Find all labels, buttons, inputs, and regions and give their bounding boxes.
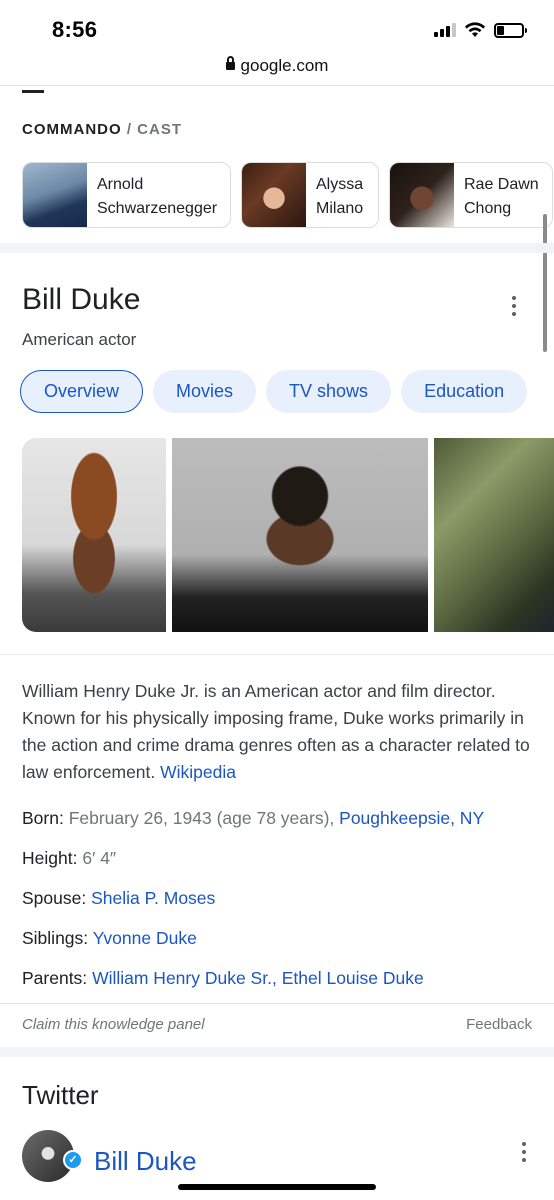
fact-born: Born: February 26, 1943 (age 78 years), … <box>22 808 485 828</box>
section-separator <box>0 243 554 253</box>
panel-subtitle: American actor <box>22 330 137 349</box>
cast-name: Rae Dawn Chong <box>464 176 539 217</box>
lock-icon <box>225 56 235 70</box>
cast-subtitle: CAST <box>137 121 183 138</box>
cast-card-rae-dawn[interactable]: Rae Dawn Chong <box>389 162 553 228</box>
url-text: google.com <box>240 56 329 75</box>
image-carousel[interactable] <box>22 438 554 632</box>
status-icons <box>434 22 527 38</box>
page-scrollbar[interactable] <box>543 214 547 352</box>
twitter-section-title: Twitter <box>22 1080 99 1110</box>
tab-education[interactable]: Education <box>401 370 528 413</box>
divider <box>0 1003 554 1004</box>
panel-description: William Henry Duke Jr. is an American ac… <box>22 681 530 782</box>
more-vert-icon[interactable] <box>510 296 518 316</box>
cast-photo <box>390 163 454 227</box>
birthplace-link[interactable]: Poughkeepsie, NY <box>339 808 484 828</box>
cast-name: Alyssa Milano <box>316 176 364 217</box>
wikipedia-link[interactable]: Wikipedia <box>160 762 236 782</box>
parent-link[interactable]: Ethel Louise Duke <box>282 968 424 988</box>
twitter-account-name[interactable]: Bill Duke <box>94 1146 197 1177</box>
verified-badge-icon: ✓ <box>63 1150 83 1170</box>
url-bar[interactable]: google.com <box>0 56 554 86</box>
cast-card-alyssa[interactable]: Alyssa Milano <box>241 162 379 228</box>
cast-card-arnold[interactable]: Arnold Schwarzenegger <box>22 162 231 228</box>
divider <box>0 654 554 655</box>
cast-photo <box>23 163 87 227</box>
fact-spouse: Spouse: Shelia P. Moses <box>22 888 216 908</box>
tab-overview[interactable]: Overview <box>20 370 144 413</box>
fact-height: Height: 6′ 4″ <box>22 848 117 868</box>
cast-photo <box>242 163 306 227</box>
signal-icon <box>434 23 456 37</box>
section-separator <box>0 1047 554 1057</box>
panel-tabs: Overview Movies TV shows Education <box>20 370 528 413</box>
claim-panel-link[interactable]: Claim this knowledge panel <box>22 1016 205 1033</box>
fact-parents: Parents: William Henry Duke Sr., Ethel L… <box>22 968 424 988</box>
panel-image[interactable] <box>172 438 428 632</box>
status-time: 8:56 <box>52 17 98 42</box>
feedback-link[interactable]: Feedback <box>466 1016 532 1033</box>
cast-header: COMMANDO / CAST <box>22 121 182 138</box>
fact-siblings: Siblings: Yvonne Duke <box>22 928 197 948</box>
status-bar: 8:56 <box>0 0 554 56</box>
parent-link[interactable]: William Henry Duke Sr. <box>92 968 272 988</box>
home-indicator[interactable] <box>178 1184 376 1190</box>
cast-name: Arnold Schwarzenegger <box>97 176 218 217</box>
wifi-icon <box>465 22 485 37</box>
panel-title: Bill Duke <box>22 283 141 316</box>
cast-title[interactable]: COMMANDO <box>22 121 122 138</box>
cast-carousel[interactable]: Arnold Schwarzenegger Alyssa Milano Rae … <box>22 162 553 228</box>
battery-icon <box>494 22 527 38</box>
spouse-link[interactable]: Shelia P. Moses <box>91 888 215 908</box>
url-divider <box>0 85 554 86</box>
sibling-link[interactable]: Yvonne Duke <box>93 928 197 948</box>
tab-movies[interactable]: Movies <box>153 370 257 413</box>
tab-tv-shows[interactable]: TV shows <box>266 370 392 413</box>
panel-image[interactable] <box>434 438 554 632</box>
more-vert-icon[interactable] <box>520 1142 528 1162</box>
section-dash <box>22 90 44 93</box>
panel-image[interactable] <box>22 438 166 632</box>
